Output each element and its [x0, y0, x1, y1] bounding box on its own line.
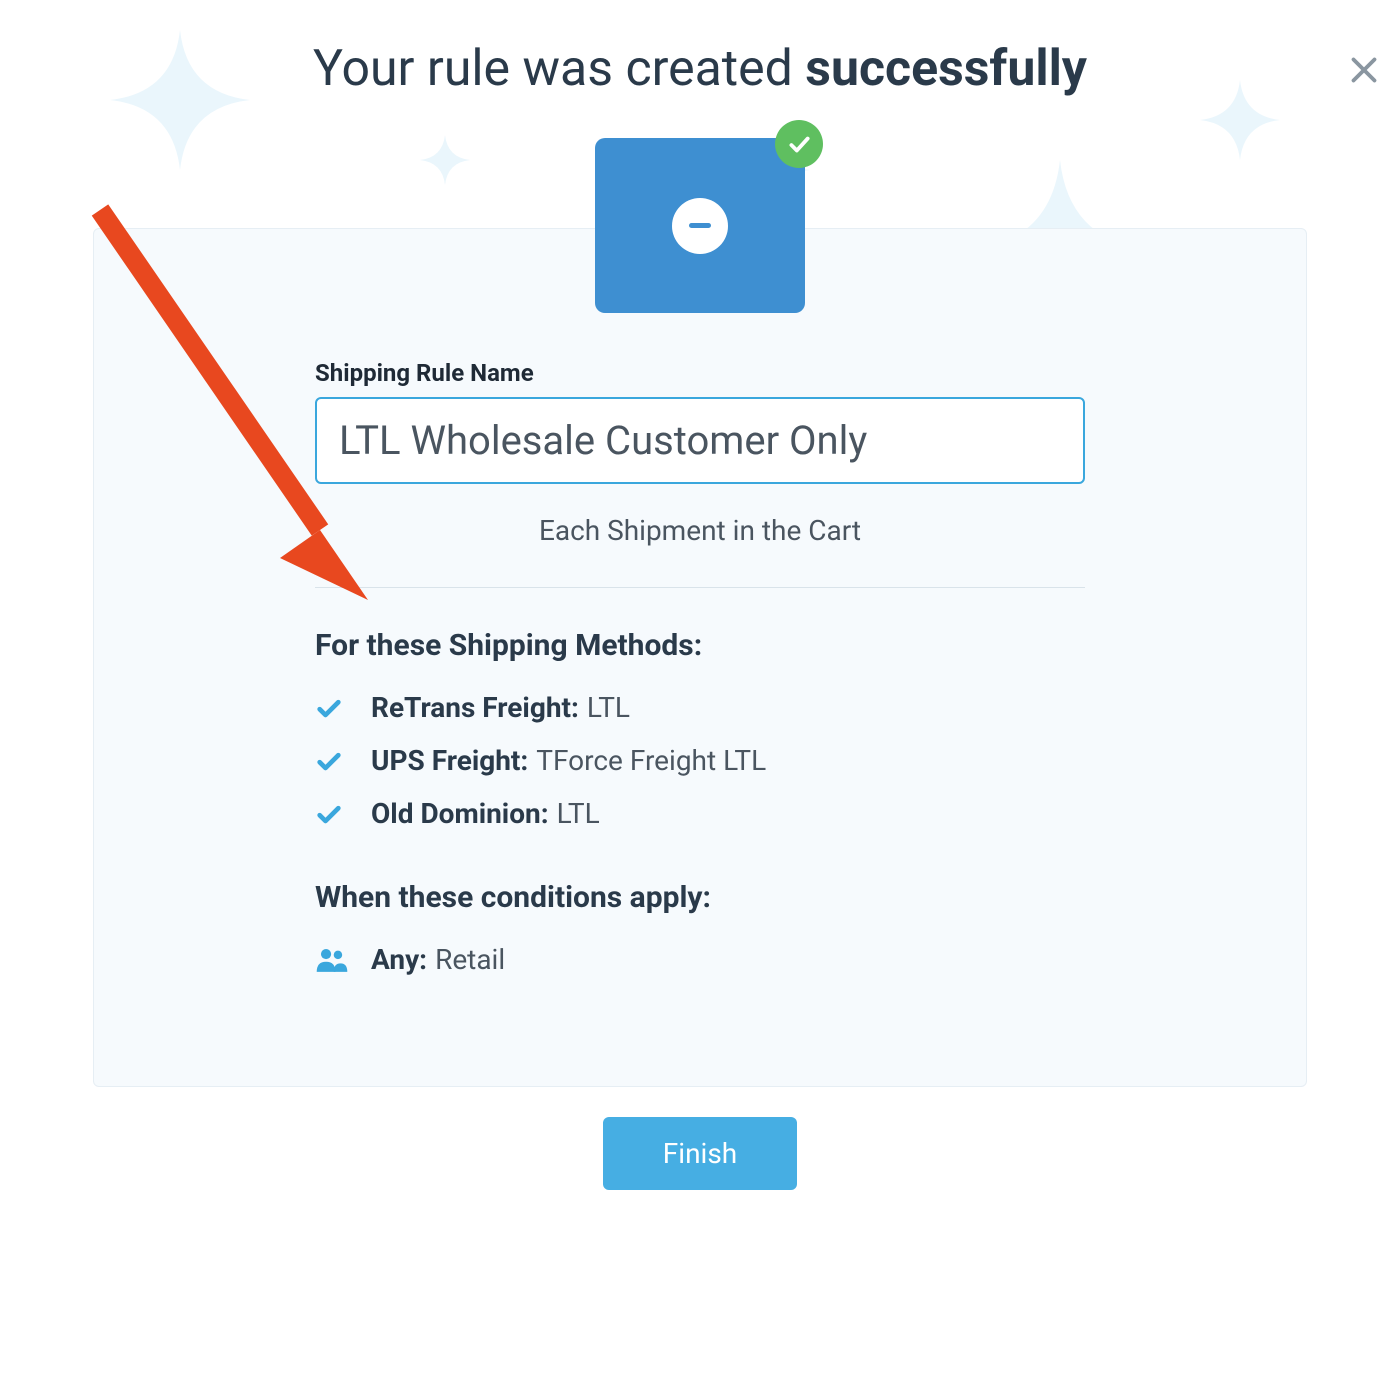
condition-label: Any: — [371, 943, 427, 976]
heading-prefix: Your rule was created — [313, 40, 805, 98]
success-check-badge — [775, 120, 823, 168]
method-carrier: ReTrans Freight: — [371, 691, 579, 724]
shipping-methods-heading: For these Shipping Methods: — [315, 628, 1085, 663]
method-service: LTL — [587, 691, 630, 724]
method-service: LTL — [557, 797, 600, 830]
shipping-method-item: ReTrans Freight: LTL — [315, 691, 1085, 724]
check-icon — [315, 747, 349, 775]
shipping-method-item: UPS Freight: TForce Freight LTL — [315, 744, 1085, 777]
check-icon — [786, 131, 812, 157]
condition-value: Retail — [435, 943, 505, 976]
users-icon — [315, 946, 349, 974]
divider — [315, 587, 1085, 588]
heading-strong: successfully — [805, 40, 1087, 98]
rule-icon-card — [595, 138, 805, 313]
conditions-heading: When these conditions apply: — [315, 880, 1085, 915]
shipping-methods-list: ReTrans Freight: LTL UPS Freight: TForce… — [315, 691, 1085, 830]
method-carrier: UPS Freight: — [371, 744, 528, 777]
conditions-list: Any: Retail — [315, 943, 1085, 976]
rule-summary-panel: Shipping Rule Name Each Shipment in the … — [93, 228, 1307, 1087]
modal-heading: Your rule was created successfully — [0, 40, 1400, 98]
method-service: TForce Freight LTL — [536, 744, 766, 777]
rule-name-label: Shipping Rule Name — [315, 359, 1085, 387]
rule-scope-subtitle: Each Shipment in the Cart — [315, 514, 1085, 547]
close-button[interactable] — [1346, 52, 1382, 92]
check-icon — [315, 800, 349, 828]
sparkle-decoration — [420, 135, 470, 185]
finish-button[interactable]: Finish — [603, 1117, 797, 1190]
check-icon — [315, 694, 349, 722]
rule-name-input[interactable] — [315, 397, 1085, 484]
close-icon — [1346, 52, 1382, 88]
shipping-method-item: Old Dominion: LTL — [315, 797, 1085, 830]
condition-item: Any: Retail — [315, 943, 1085, 976]
minus-circle-icon — [672, 198, 728, 254]
method-carrier: Old Dominion: — [371, 797, 549, 830]
